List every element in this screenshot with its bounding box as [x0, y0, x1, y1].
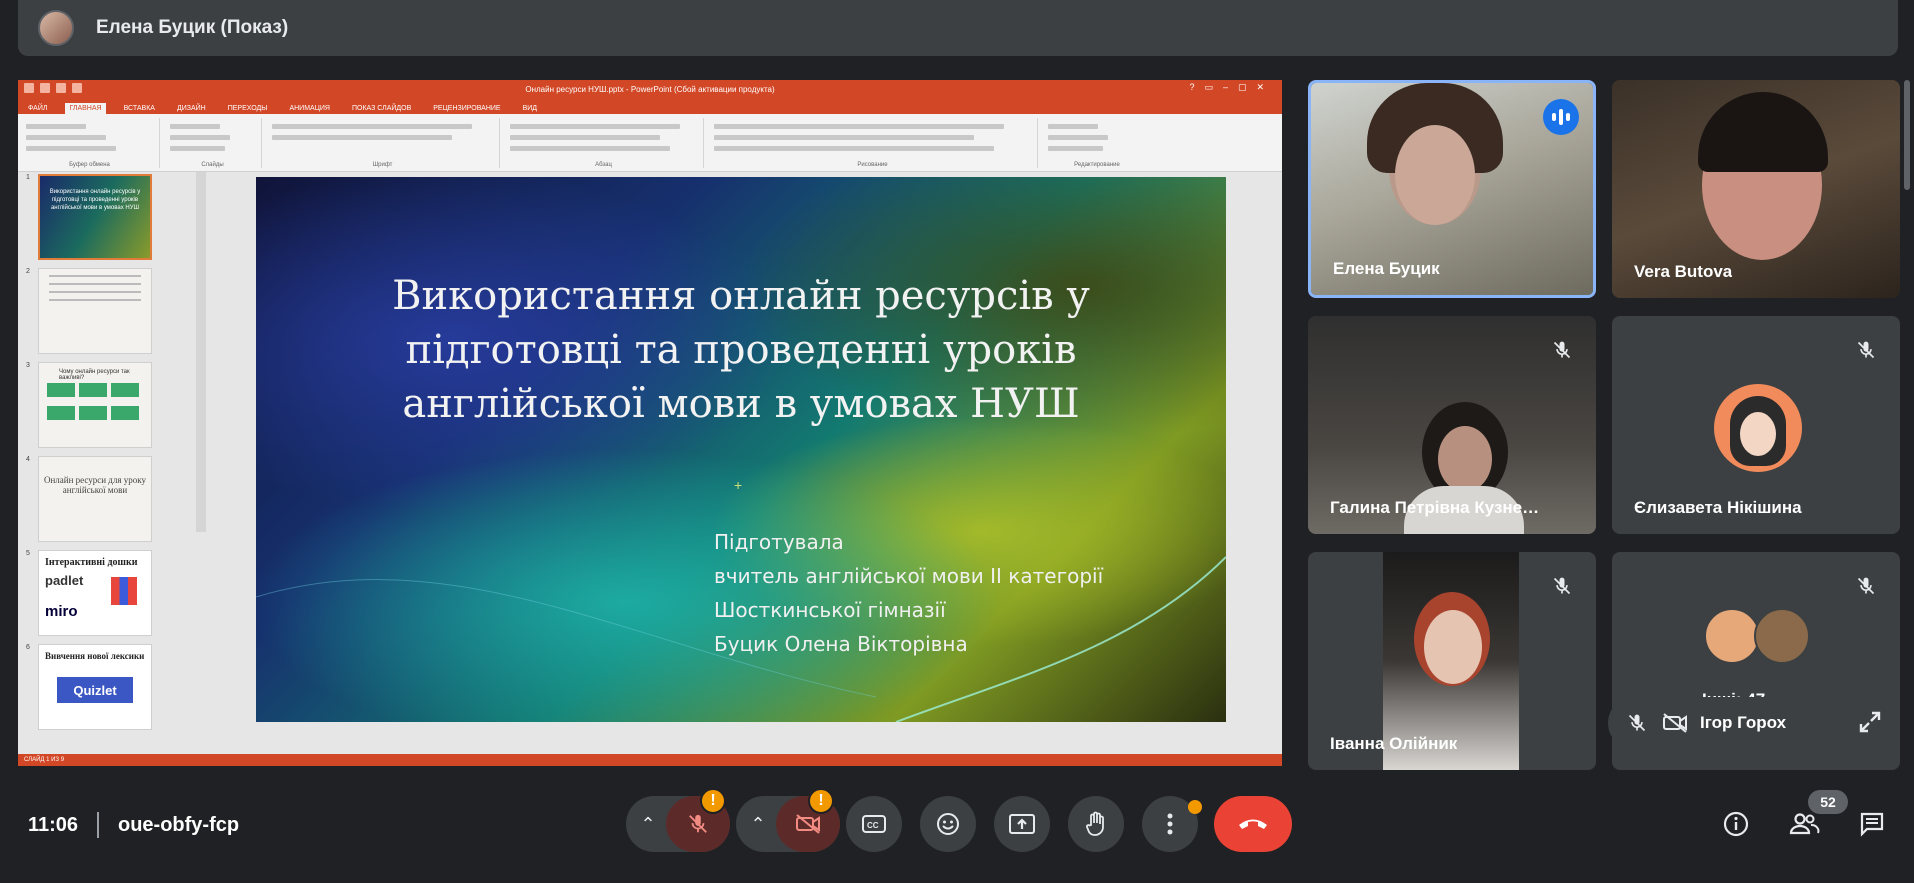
camera-control-group: ⌃ ! [736, 788, 840, 852]
ribbon-group-clipboard: Буфер обмена [20, 118, 160, 168]
participant-tile[interactable]: Галина Петрівна Кузне… [1308, 316, 1596, 534]
chat-button[interactable] [1856, 808, 1888, 840]
ribbon-tab-active[interactable]: ГЛАВНАЯ [65, 103, 106, 114]
meet-window: Елена Буцик (Показ) Онлайн ресурси НУШ.p… [0, 0, 1914, 883]
more-icon [1167, 813, 1173, 835]
quizlet-logo: Quizlet [57, 677, 133, 703]
notification-dot [1188, 800, 1202, 814]
divider [97, 812, 99, 838]
mic-control-group: ⌃ ! [626, 788, 730, 852]
participant-count-badge: 52 [1808, 790, 1848, 814]
shared-screen[interactable]: Онлайн ресурси НУШ.pptx - PowerPoint (Сб… [18, 80, 1282, 766]
slide-wave-decoration [256, 556, 1226, 722]
ribbon-tab[interactable]: ПЕРЕХОДЫ [224, 103, 272, 114]
slide-thumbnails: 1 Використання онлайн ресурсів у підгото… [18, 172, 206, 754]
info-icon [1723, 811, 1749, 837]
participant-tile[interactable]: Vera Butova [1612, 80, 1900, 298]
thumbnail-slide-6[interactable]: Вивчення нової лексики Quizlet [38, 644, 152, 730]
ribbon-tab[interactable]: ВИД [519, 103, 541, 114]
powerpoint-titlebar: Онлайн ресурси НУШ.pptx - PowerPoint (Сб… [18, 80, 1282, 98]
raise-hand-button[interactable] [1068, 796, 1124, 852]
expand-icon[interactable] [1858, 710, 1882, 739]
ribbon-tab[interactable]: ФАЙЛ [24, 103, 51, 114]
current-slide[interactable]: Використання онлайн ресурсів у підготовц… [256, 177, 1226, 722]
ribbon-group-font: Шрифт [266, 118, 500, 168]
camera-options-chevron-icon[interactable]: ⌃ [736, 796, 780, 852]
svg-text:CC: CC [867, 821, 879, 830]
mic-off-icon[interactable] [1622, 708, 1652, 738]
present-icon [1009, 814, 1035, 834]
powerpoint-window-title: Онлайн ресурси НУШ.pptx - PowerPoint (Сб… [525, 84, 775, 94]
captions-button[interactable]: CC [846, 796, 902, 852]
mic-options-chevron-icon[interactable]: ⌃ [626, 796, 670, 852]
ribbon-group-paragraph: Абзац [504, 118, 704, 168]
end-call-icon [1239, 819, 1267, 829]
ribbon-tab[interactable]: ДИЗАЙН [173, 103, 210, 114]
audio-level-icon [1543, 99, 1579, 135]
participant-tile[interactable]: Єлизавета Нікішина [1612, 316, 1900, 534]
self-view-name: Ігор Горох [1700, 713, 1787, 732]
thumbnail-slide-4[interactable]: Онлайн ресурси для уроку англійської мов… [38, 456, 152, 542]
ribbon-group-drawing: Рисование [708, 118, 1038, 168]
participant-name: Галина Петрівна Кузне… [1330, 498, 1540, 517]
participant-name: Елена Буцик [1333, 259, 1440, 278]
emoji-icon [937, 813, 959, 835]
mic-off-icon [1852, 572, 1880, 600]
padlet-logo: padlet [45, 573, 84, 588]
ribbon-tab[interactable]: АНИМАЦИЯ [285, 103, 334, 114]
captions-icon: CC [862, 815, 886, 833]
participant-avatar [1704, 608, 1760, 664]
present-button[interactable] [994, 796, 1050, 852]
mic-off-icon [1548, 336, 1576, 364]
ribbon-tab[interactable]: РЕЦЕНЗИРОВАНИЕ [429, 103, 504, 114]
participant-tile[interactable]: Іванна Олійник [1308, 552, 1596, 770]
meeting-info-button[interactable] [1720, 808, 1752, 840]
ribbon-group-editing: Редактирование [1042, 118, 1152, 168]
participant-name: Vera Butova [1634, 262, 1733, 281]
thumbnail-scrollbar[interactable] [196, 172, 206, 532]
camera-off-icon [796, 814, 820, 834]
powerpoint-workspace: 1 Використання онлайн ресурсів у підгото… [18, 172, 1282, 754]
presenter-avatar [38, 10, 74, 46]
ribbon-group-slides: Слайды [164, 118, 262, 168]
camera-warning-badge: ! [808, 788, 834, 814]
thumbnail-slide-3[interactable]: Чому онлайн ресурси так важливі? [38, 362, 152, 448]
emoji-button[interactable] [920, 796, 976, 852]
thumbnail-slide-5[interactable]: Інтерактивні дошки padlet miro [38, 550, 152, 636]
meeting-time: 11:06 [28, 814, 79, 836]
powerpoint-statusbar: СЛАЙД 1 ИЗ 9 [18, 754, 1282, 766]
meeting-controls-bar: 11:06 oue-obfy-fcp ⌃ ! ⌃ ! CC 52 [0, 786, 1914, 883]
ribbon-tab[interactable]: ВСТАВКА [120, 103, 159, 114]
camera-off-icon[interactable] [1660, 708, 1690, 738]
end-call-button[interactable] [1214, 796, 1292, 852]
mic-off-icon [1548, 572, 1576, 600]
miro-logo: miro [45, 603, 78, 620]
self-view-pill[interactable]: Ігор Горох [1608, 697, 1898, 749]
presenter-bar: Елена Буцик (Показ) [18, 0, 1898, 56]
ribbon-tabs: ФАЙЛ ГЛАВНАЯ ВСТАВКА ДИЗАЙН ПЕРЕХОДЫ АНИ… [18, 98, 1282, 114]
ribbon-tab[interactable]: ПОКАЗ СЛАЙДОВ [348, 103, 415, 114]
participant-tile[interactable]: Елена Буцик [1308, 80, 1596, 298]
ribbon: Буфер обмена Слайды Шрифт Абзац Рисовани… [18, 114, 1282, 172]
participant-name: Єлизавета Нікішина [1634, 498, 1802, 517]
quick-access-toolbar [24, 83, 82, 93]
raise-hand-icon [1086, 811, 1104, 836]
mentimeter-logo [111, 577, 137, 605]
thumbnail-slide-1[interactable]: Використання онлайн ресурсів у підготовц… [38, 174, 152, 260]
people-icon [1789, 813, 1820, 835]
participant-avatar [1754, 608, 1810, 664]
mic-off-icon [689, 814, 707, 833]
chat-icon [1860, 812, 1884, 837]
thumbnail-slide-2[interactable] [38, 268, 152, 354]
window-controls: ?▭–▢✕ [1189, 82, 1274, 92]
tiles-scrollbar[interactable] [1904, 80, 1910, 190]
presenter-name: Елена Буцик (Показ) [96, 17, 289, 38]
mic-warning-badge: ! [700, 788, 726, 814]
meeting-code: oue-obfy-fcp [118, 814, 240, 836]
participant-name: Іванна Олійник [1330, 734, 1458, 753]
mic-off-icon [1852, 336, 1880, 364]
